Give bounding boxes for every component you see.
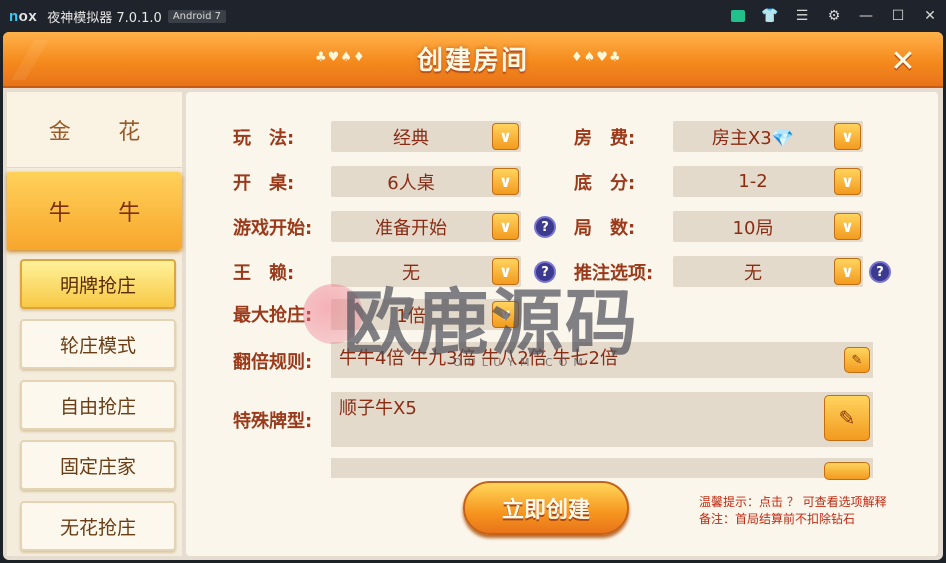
table-select[interactable]: 6人桌 ∨ xyxy=(331,166,521,197)
fee-value: 房主X3💎 xyxy=(711,127,795,149)
minimize-icon[interactable]: — xyxy=(850,0,882,32)
base-value: 1-2 xyxy=(738,171,768,192)
joker-value: 无 xyxy=(402,262,420,284)
shop-icon[interactable] xyxy=(722,0,754,32)
close-icon[interactable]: ✕ xyxy=(914,0,946,32)
note-text: 备注：首局结算前不扣除钻石 xyxy=(699,512,856,526)
tab-label: 牛 xyxy=(118,201,141,226)
mode-mingpai-qiangzhuang[interactable]: 明牌抢庄 xyxy=(20,259,176,309)
chevron-down-icon[interactable]: ∨ xyxy=(834,213,861,240)
maxbid-label: 最大抢庄: xyxy=(233,305,313,326)
mode-wuhua-qiangzhuang[interactable]: 无花抢庄 xyxy=(20,501,176,551)
chevron-down-icon[interactable]: ∨ xyxy=(834,123,861,150)
android-version-badge: Android 7 xyxy=(167,9,227,23)
create-now-button[interactable]: 立即创建 xyxy=(463,481,629,535)
joker-label: 王 赖: xyxy=(233,263,295,284)
maxbid-select[interactable]: 1倍 ∨ xyxy=(331,299,521,330)
start-value: 准备开始 xyxy=(375,217,447,239)
chevron-down-icon[interactable]: ∨ xyxy=(492,258,519,285)
play-select[interactable]: 经典 ∨ xyxy=(331,121,521,152)
tab-label: 金 xyxy=(48,119,71,145)
maximize-icon[interactable]: ☐ xyxy=(882,0,914,32)
joker-select[interactable]: 无 ∨ xyxy=(331,256,521,287)
chevron-down-icon[interactable]: ∨ xyxy=(492,301,519,328)
mode-guding-zhuangjia[interactable]: 固定庄家 xyxy=(20,440,176,490)
help-icon[interactable]: ? xyxy=(534,216,556,238)
mode-lunzhuang[interactable]: 轮庄模式 xyxy=(20,319,176,369)
header-banner: ♣♥♠♦ 创建房间 ♦♠♥♣ ✕ xyxy=(3,32,943,88)
emulator-titlebar: nox 夜神模拟器 7.0.1.0 Android 7 👕 ☰ ⚙ — ☐ ✕ xyxy=(0,0,946,32)
double-rule-value: 牛牛4倍 牛九3倍 牛八2倍 牛七2倍 xyxy=(339,348,618,369)
fee-select[interactable]: 房主X3💎 ∨ xyxy=(673,121,863,152)
bet-label: 推注选项: xyxy=(574,263,654,284)
double-rule-label: 翻倍规则: xyxy=(233,352,313,373)
edit-pin-icon[interactable] xyxy=(824,462,870,480)
base-label: 底 分: xyxy=(574,173,636,194)
game-screen: ♣♥♠♦ 创建房间 ♦♠♥♣ ✕ 金 花 牛 牛 明牌抢庄 轮庄模式 自由抢庄 … xyxy=(3,32,943,560)
game-sidebar: 金 花 牛 牛 明牌抢庄 轮庄模式 自由抢庄 固定庄家 无花抢庄 xyxy=(7,92,182,556)
page-title: 创建房间 xyxy=(416,46,529,76)
chevron-down-icon[interactable]: ∨ xyxy=(492,168,519,195)
close-room-button[interactable]: ✕ xyxy=(881,40,925,82)
tip-text: 温馨提示：点击 ？ 可查看选项解释 xyxy=(699,495,887,509)
start-label: 游戏开始: xyxy=(233,218,313,239)
special-type-label: 特殊牌型: xyxy=(233,411,313,432)
base-select[interactable]: 1-2 ∨ xyxy=(673,166,863,197)
chevron-down-icon[interactable]: ∨ xyxy=(492,123,519,150)
tab-label: 牛 xyxy=(48,201,71,226)
tab-label: 花 xyxy=(118,119,141,145)
options-panel: 玩 法: 经典 ∨ 房 费: 房主X3💎 ∨ 开 桌: 6人桌 ∨ 底 分: 1… xyxy=(186,92,938,556)
tab-niuniu[interactable]: 牛 牛 xyxy=(7,172,182,250)
help-icon[interactable]: ? xyxy=(534,261,556,283)
table-value: 6人桌 xyxy=(387,172,435,194)
start-select[interactable]: 准备开始 ∨ xyxy=(331,211,521,242)
mode-ziyou-qiangzhuang[interactable]: 自由抢庄 xyxy=(20,380,176,430)
nox-logo: nox xyxy=(9,7,38,25)
chevron-down-icon[interactable]: ∨ xyxy=(834,258,861,285)
edit-pin-icon[interactable]: ✎ xyxy=(844,347,870,373)
rounds-label: 局 数: xyxy=(574,218,636,239)
bet-value: 无 xyxy=(744,262,762,284)
suit-deco-right: ♦♠♥♣ xyxy=(571,50,622,65)
menu-icon[interactable]: ☰ xyxy=(786,0,818,32)
tab-jinhua[interactable]: 金 花 xyxy=(7,92,182,168)
edit-pin-icon[interactable]: ✎ xyxy=(824,395,870,441)
extra-rule-field[interactable] xyxy=(331,458,873,478)
chevron-down-icon[interactable]: ∨ xyxy=(834,168,861,195)
special-type-field[interactable]: 顺子牛X5 xyxy=(331,392,873,447)
help-icon[interactable]: ? xyxy=(869,261,891,283)
bet-select[interactable]: 无 ∨ xyxy=(673,256,863,287)
app-title: 夜神模拟器 7.0.1.0 xyxy=(47,10,162,26)
chevron-down-icon[interactable]: ∨ xyxy=(492,213,519,240)
fee-label: 房 费: xyxy=(574,128,636,149)
rounds-select[interactable]: 10局 ∨ xyxy=(673,211,863,242)
table-label: 开 桌: xyxy=(233,173,295,194)
settings-icon[interactable]: ⚙ xyxy=(818,0,850,32)
shirt-icon[interactable]: 👕 xyxy=(754,0,786,32)
special-type-value: 顺子牛X5 xyxy=(339,398,417,419)
play-label: 玩 法: xyxy=(233,128,295,149)
maxbid-value: 1倍 xyxy=(396,305,426,327)
rounds-value: 10局 xyxy=(732,217,774,239)
play-value: 经典 xyxy=(393,127,429,149)
double-rule-field[interactable]: 牛牛4倍 牛九3倍 牛八2倍 牛七2倍 xyxy=(331,342,873,378)
